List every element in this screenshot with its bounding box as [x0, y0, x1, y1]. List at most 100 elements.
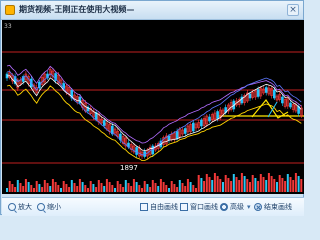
volume-bar — [116, 181, 119, 192]
volume-bar — [284, 181, 287, 192]
volume-bar — [14, 187, 17, 192]
volume-bar — [89, 181, 92, 192]
volume-bar — [38, 184, 41, 192]
volume-bar — [108, 182, 111, 192]
volume-bar — [254, 178, 257, 192]
volume-bar — [292, 180, 295, 192]
candle-body — [256, 89, 260, 97]
moving-average-blue — [6, 70, 302, 156]
volume-bar — [70, 180, 73, 192]
volume-bar — [168, 188, 170, 192]
volume-bar — [30, 185, 33, 192]
volume-bar — [65, 184, 68, 192]
volume-bar — [100, 183, 103, 192]
advanced-button[interactable]: 高级 ▾ — [220, 201, 251, 213]
volume-bar — [181, 183, 184, 192]
candle-body — [102, 120, 106, 126]
close-button[interactable]: × — [287, 4, 299, 16]
volume-bar — [135, 182, 138, 192]
auto-draw-label: 自由画线 — [150, 203, 178, 211]
volume-bar — [224, 175, 227, 192]
volume-bar — [97, 180, 100, 192]
window-draw-label: 窗口画线 — [190, 203, 218, 211]
zoom-in-label: 放大 — [18, 203, 32, 211]
kline-chart-svg: 33 1897 — [2, 23, 304, 192]
moving-average-purple — [6, 64, 302, 144]
zoom-in-button[interactable]: 放大 — [8, 201, 32, 213]
draw-icon — [140, 203, 148, 211]
volume-bar — [186, 179, 189, 192]
volume-bar — [11, 184, 14, 192]
volume-bar — [251, 175, 254, 192]
zoom-out-button[interactable]: 缩小 — [37, 201, 61, 213]
volume-bar — [43, 180, 46, 192]
volume-bar — [246, 179, 249, 192]
volume-bar — [51, 179, 54, 192]
window-draw-button[interactable]: 窗口画线 — [180, 201, 218, 213]
candle-body — [135, 147, 138, 155]
candle-body — [208, 116, 211, 122]
volume-bar — [278, 175, 281, 192]
volume-bar — [76, 186, 79, 192]
volume-bar — [154, 183, 157, 192]
volume-bar — [103, 186, 106, 192]
volume-bar — [262, 177, 265, 192]
volume-bar — [276, 182, 278, 192]
chart-code-label: 33 — [4, 23, 12, 30]
volume-bar — [16, 180, 19, 192]
volume-bar — [81, 182, 84, 192]
volume-bar — [219, 179, 222, 192]
candle-body — [281, 96, 284, 104]
volume-bar — [151, 180, 154, 192]
zoom-in-icon — [8, 203, 16, 211]
volume-bar — [105, 179, 108, 192]
volume-bar — [270, 176, 273, 192]
candle-body — [167, 135, 171, 141]
gear-icon — [220, 203, 228, 211]
title-bar: 期货视频-王刚正在使用大视频— × — [1, 1, 303, 20]
volume-bar — [243, 176, 246, 192]
volume-bar — [230, 181, 233, 192]
candle-body — [200, 119, 203, 127]
volume-bar — [146, 184, 149, 192]
volume-bar — [205, 174, 208, 192]
volume-bar — [24, 179, 27, 192]
volume-bar — [87, 188, 89, 192]
volume-bar — [8, 181, 11, 192]
volume-bar — [132, 179, 135, 192]
kline-chart[interactable]: 33 1897 — [2, 20, 304, 194]
volume-bar — [232, 174, 235, 192]
volume-bar — [227, 178, 230, 192]
volume-bar — [19, 183, 22, 192]
end-draw-button[interactable]: 结束画线 — [254, 201, 292, 213]
volume-bar — [294, 173, 297, 192]
volume-bar — [27, 182, 30, 192]
volume-bar — [73, 183, 76, 192]
volume-bar — [173, 184, 176, 192]
volume-bar — [300, 179, 303, 192]
volume-bar — [170, 181, 173, 192]
volume-bar — [286, 174, 289, 192]
candle-body — [264, 87, 268, 93]
volume-bar — [141, 188, 143, 192]
auto-draw-button[interactable]: 自由画线 — [140, 201, 178, 213]
volume-bar — [165, 185, 168, 192]
volume-bar — [200, 178, 203, 192]
volume-bar — [238, 180, 241, 192]
volume-bar — [211, 180, 214, 192]
volume-bar — [95, 187, 98, 192]
volume-bar — [114, 188, 116, 192]
volume-bar — [111, 185, 114, 192]
volume-bar — [265, 180, 268, 192]
volume-bar — [197, 175, 200, 192]
volume-bar — [257, 181, 260, 192]
close-icon — [254, 203, 262, 211]
volume-bar — [138, 185, 141, 192]
volume-bar — [297, 176, 300, 192]
volume-bar — [267, 173, 270, 192]
candle-body — [216, 111, 219, 119]
volume-bar — [216, 176, 219, 192]
volume-bar — [127, 183, 130, 192]
volume-bar — [192, 185, 195, 192]
volume-bar — [208, 177, 211, 192]
